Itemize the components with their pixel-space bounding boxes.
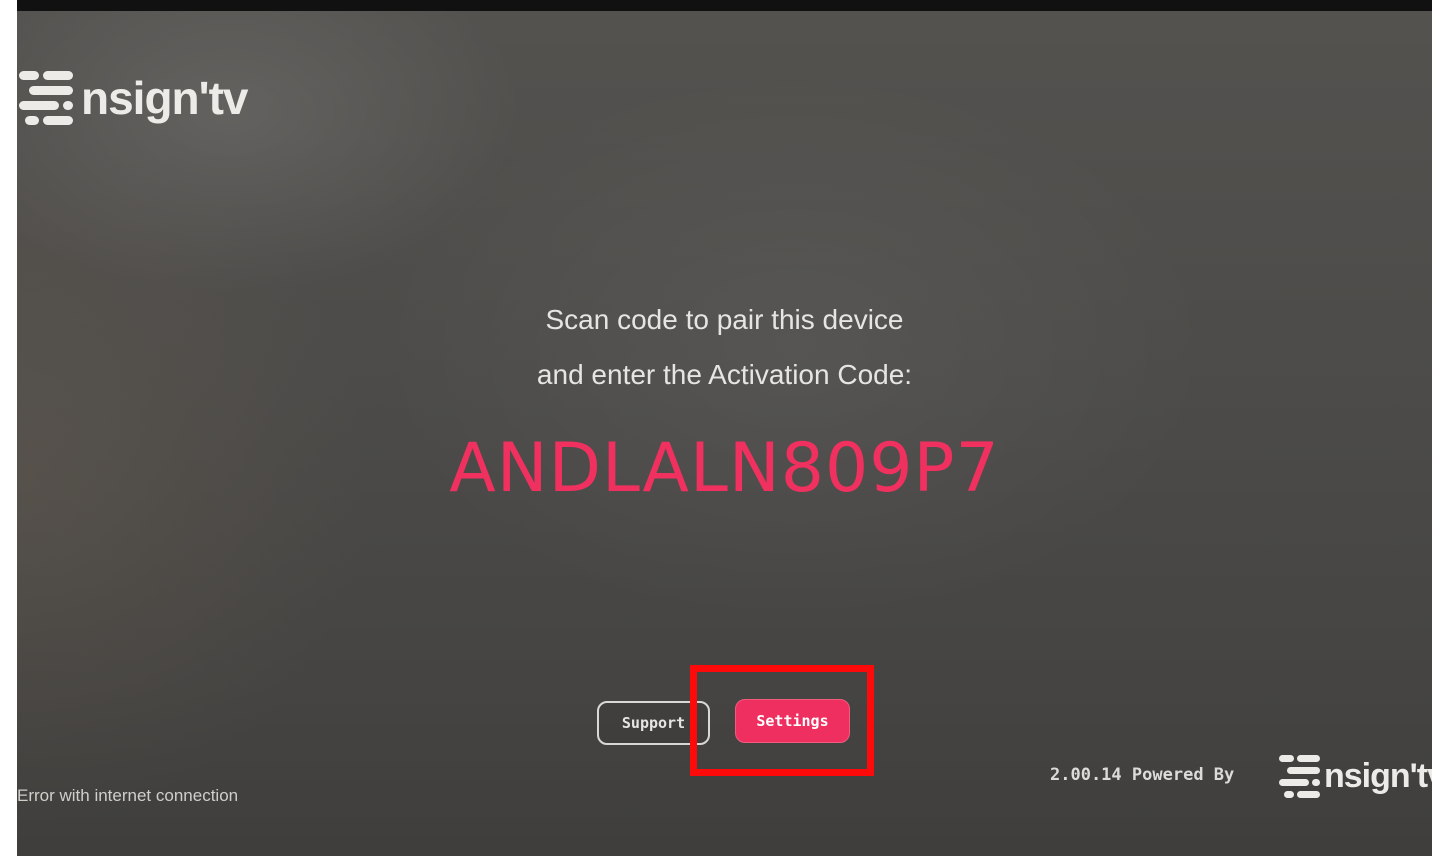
- activation-code: ANDLALN809P7: [449, 429, 1000, 508]
- monitor-bezel-top: [0, 0, 1432, 11]
- nsign-logo-icon: [19, 69, 75, 127]
- support-button[interactable]: Support: [597, 701, 710, 745]
- footer-logo-wordmark: nsign'tv: [1324, 756, 1432, 795]
- logo-wordmark: nsign'tv: [81, 72, 248, 124]
- nsign-logo-icon: [1279, 754, 1321, 798]
- pairing-instruction-line1: Scan code to pair this device: [545, 304, 904, 335]
- pairing-instruction-line2: and enter the Activation Code:: [536, 359, 913, 390]
- version-number: 2.00.14: [1050, 765, 1122, 785]
- footer-logo: nsign'tv: [1279, 754, 1432, 798]
- settings-button[interactable]: Settings: [735, 699, 850, 743]
- image-margin-left: [0, 0, 17, 856]
- powered-by-label: Powered By: [1131, 765, 1235, 785]
- header-logo: nsign'tv: [19, 69, 248, 127]
- tv-screen: nsign'tv Scan code to pair this device a…: [17, 11, 1432, 856]
- connection-status: Error with internet connection: [17, 786, 239, 805]
- version-info: 2.00.14 Powered By: [1050, 765, 1234, 785]
